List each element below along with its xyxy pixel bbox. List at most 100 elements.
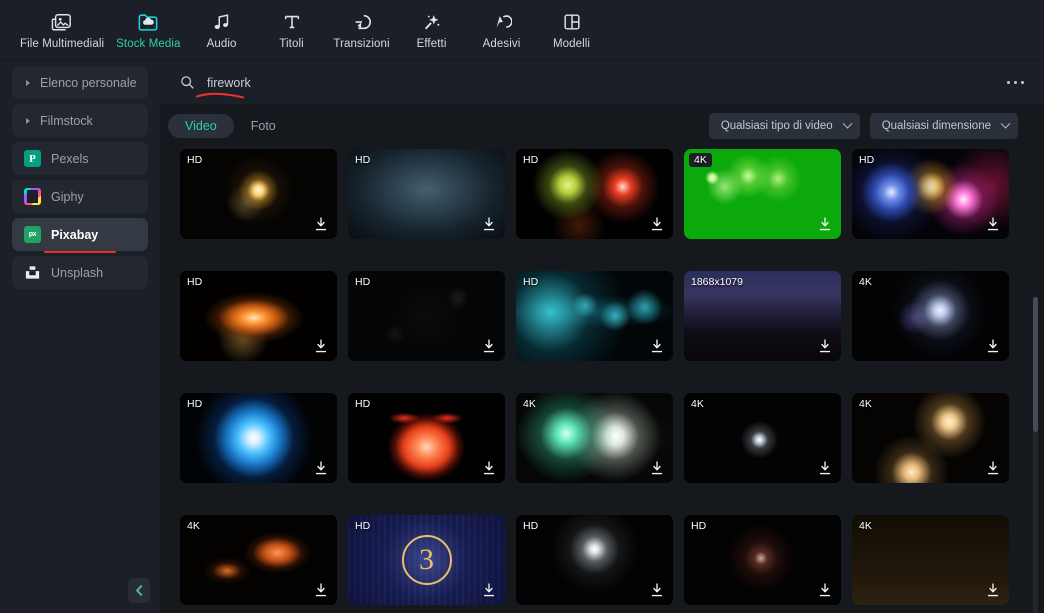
sidebar-item-unsplash[interactable]: Unsplash <box>12 256 148 289</box>
sidebar-item-label: Elenco personale <box>40 75 137 90</box>
result-card[interactable]: 1868x1079 <box>684 271 841 361</box>
result-card[interactable]: HD <box>516 271 673 361</box>
download-icon[interactable] <box>817 216 833 232</box>
download-icon[interactable] <box>817 460 833 476</box>
download-icon[interactable] <box>985 216 1001 232</box>
result-card[interactable]: 4K <box>516 393 673 483</box>
filter-selects: Qualsiasi tipo di video Qualsiasi dimens… <box>708 113 1018 139</box>
video-size-select[interactable]: Qualsiasi dimensione <box>869 113 1018 139</box>
sidebar-item-filmstock[interactable]: Filmstock <box>12 104 148 137</box>
toolbar-item-label: Stock Media <box>116 37 181 50</box>
download-icon[interactable] <box>481 460 497 476</box>
download-icon[interactable] <box>985 338 1001 354</box>
result-card[interactable]: HD <box>180 149 337 239</box>
download-icon[interactable] <box>313 338 329 354</box>
download-icon[interactable] <box>313 216 329 232</box>
sidebar-item-label: Pixabay <box>51 227 99 242</box>
download-icon[interactable] <box>649 460 665 476</box>
download-icon[interactable] <box>985 460 1001 476</box>
download-icon[interactable] <box>481 582 497 598</box>
resolution-badge: 4K <box>187 520 200 532</box>
templates-grid-icon <box>562 11 582 33</box>
result-card[interactable]: HD <box>852 149 1009 239</box>
download-icon[interactable] <box>313 582 329 598</box>
toolbar-item-audio[interactable]: Audio <box>187 2 257 58</box>
tab-foto[interactable]: Foto <box>234 114 293 138</box>
download-icon[interactable] <box>649 216 665 232</box>
toolbar-item-label: Effetti <box>416 37 447 50</box>
more-options-icon[interactable] <box>1001 75 1031 91</box>
resolution-badge: HD <box>187 398 203 410</box>
download-icon[interactable] <box>481 338 497 354</box>
resolution-badge: HD <box>859 154 875 166</box>
unsplash-icon <box>24 264 41 281</box>
chevron-down-icon <box>842 118 853 129</box>
top-toolbar: File Multimediali Stock Media Audio Tito… <box>0 0 1044 61</box>
tab-label: Video <box>185 119 217 133</box>
resolution-badge: HD <box>523 276 539 288</box>
video-type-select[interactable]: Qualsiasi tipo di video <box>708 113 860 139</box>
toolbar-item-file-multimediali[interactable]: File Multimediali <box>14 2 110 58</box>
tab-label: Foto <box>250 119 276 133</box>
sidebar-collapse-button[interactable] <box>128 578 150 603</box>
toolbar-item-adesivi[interactable]: Adesivi <box>467 2 537 58</box>
download-icon[interactable] <box>313 460 329 476</box>
download-icon[interactable] <box>817 582 833 598</box>
result-card[interactable]: 4K <box>684 149 841 239</box>
results-scrollbar-thumb[interactable] <box>1033 297 1038 432</box>
result-card[interactable]: 4K <box>180 515 337 605</box>
stock-media-panel: firework Video Foto Qualsiasi tipo di vi… <box>160 61 1044 613</box>
download-icon[interactable] <box>985 582 1001 598</box>
pixabay-annotation-underline <box>44 250 116 253</box>
result-card[interactable]: HD <box>516 515 673 605</box>
result-card[interactable]: HD <box>348 149 505 239</box>
toolbar-item-effetti[interactable]: Effetti <box>397 2 467 58</box>
toolbar-item-label: Modelli <box>552 37 591 50</box>
resolution-badge: HD <box>355 398 371 410</box>
sidebar-item-label: Unsplash <box>51 265 104 280</box>
download-icon[interactable] <box>481 216 497 232</box>
result-card[interactable]: 4K <box>852 515 1009 605</box>
toolbar-item-stock-media[interactable]: Stock Media <box>110 2 186 58</box>
download-icon[interactable] <box>817 338 833 354</box>
select-label: Qualsiasi dimensione <box>881 120 991 132</box>
toolbar-item-titoli[interactable]: Titoli <box>257 2 327 58</box>
result-card[interactable]: HD <box>684 515 841 605</box>
resolution-badge: HD <box>355 520 371 532</box>
results-grid-container: HD HD HD 4K HD HD HD HD 1868x1079 4K HD HD 4K 4K 4K 4K 3… <box>160 147 1044 613</box>
sidebar-item-pixabay[interactable]: px Pixabay <box>12 218 148 253</box>
result-card[interactable]: HD <box>516 149 673 239</box>
sidebar-item-pexels[interactable]: P Pexels <box>12 142 148 175</box>
result-card[interactable]: 4K <box>852 271 1009 361</box>
expand-arrow-icon <box>26 79 30 86</box>
toolbar-item-label: Adesivi <box>482 37 521 50</box>
results-grid: HD HD HD 4K HD HD HD HD 1868x1079 4K HD HD 4K 4K 4K 4K 3… <box>180 147 1024 605</box>
tab-video[interactable]: Video <box>168 114 234 138</box>
result-card[interactable]: 4K <box>684 393 841 483</box>
search-input[interactable]: firework <box>207 76 251 90</box>
result-card[interactable]: 3 HD <box>348 515 505 605</box>
result-card[interactable]: HD <box>180 271 337 361</box>
sidebar-item-giphy[interactable]: Giphy <box>12 180 148 213</box>
toolbar-item-modelli[interactable]: Modelli <box>537 2 607 58</box>
resolution-badge: HD <box>523 154 539 166</box>
audio-note-icon <box>212 11 232 33</box>
chevron-down-icon <box>1000 118 1011 129</box>
download-icon[interactable] <box>649 338 665 354</box>
result-card[interactable]: HD <box>180 393 337 483</box>
result-card[interactable]: HD <box>348 393 505 483</box>
download-icon[interactable] <box>649 582 665 598</box>
resolution-badge: 4K <box>859 520 872 532</box>
result-card[interactable]: 4K <box>852 393 1009 483</box>
stickers-icon <box>492 11 512 33</box>
toolbar-item-label: File Multimediali <box>20 37 105 50</box>
result-card[interactable]: HD <box>348 271 505 361</box>
resolution-badge: HD <box>187 154 203 166</box>
resolution-badge: HD <box>355 276 371 288</box>
search-annotation-underline <box>196 92 244 99</box>
toolbar-item-transizioni[interactable]: Transizioni <box>327 2 397 58</box>
effects-wand-icon <box>422 11 442 33</box>
pixabay-icon: px <box>24 226 41 243</box>
sidebar-item-elenco-personale[interactable]: Elenco personale <box>12 66 148 99</box>
search-icon[interactable] <box>180 75 195 90</box>
